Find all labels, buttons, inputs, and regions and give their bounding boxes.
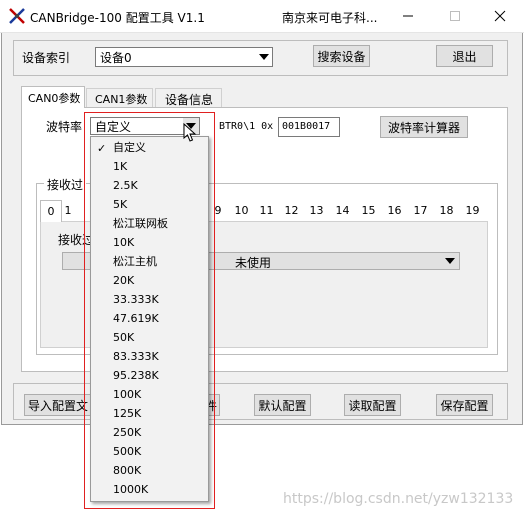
chevron-down-icon[interactable] <box>445 258 455 264</box>
dropdown-option[interactable]: 500K <box>91 442 141 461</box>
close-icon[interactable] <box>490 6 510 26</box>
dropdown-option[interactable]: 100K <box>91 385 141 404</box>
dropdown-option[interactable]: 松江联网板 <box>91 214 168 233</box>
maximize-icon[interactable] <box>445 6 465 26</box>
import-config-label: 导入配置文 <box>28 398 89 413</box>
dropdown-option[interactable]: 95.238K <box>91 366 159 385</box>
cursor-icon <box>183 122 197 143</box>
window-title: CANBridge-100 配置工具 V1.1 <box>30 11 205 25</box>
filter-tab-19[interactable]: 19 <box>460 200 485 221</box>
search-device-button[interactable]: 搜索设备 <box>313 45 370 67</box>
dropdown-option[interactable]: 1000K <box>91 480 148 499</box>
app-icon <box>8 7 26 25</box>
import-config-button[interactable]: 导入配置文 <box>24 394 94 416</box>
filter-tab-1[interactable]: 1 <box>60 200 76 221</box>
filter-tab-18[interactable]: 18 <box>434 200 459 221</box>
dropdown-option[interactable]: 125K <box>91 404 141 423</box>
filter-tab-0[interactable]: 0 <box>40 200 62 222</box>
dropdown-option[interactable]: 1K <box>91 157 127 176</box>
device-select[interactable]: 设备0 <box>95 47 273 67</box>
window-title-center: 南京来可电子科... <box>282 11 378 25</box>
chevron-down-icon[interactable] <box>256 48 272 66</box>
baud-dropdown-list[interactable]: ✓ 自定义 1K 2.5K 5K 松江联网板 10K 松江主机 20K 33.3… <box>90 136 209 502</box>
device-index-label: 设备索引 <box>22 51 71 65</box>
filter-tab-10[interactable]: 10 <box>229 200 254 221</box>
tab-can0-label: CAN0参数 <box>28 92 81 105</box>
dropdown-option[interactable]: 250K <box>91 423 141 442</box>
filter-group-label: 接收过 <box>44 176 87 193</box>
filter-tab-17[interactable]: 17 <box>408 200 433 221</box>
baud-calculator-button[interactable]: 波特率计算器 <box>380 116 468 138</box>
dropdown-option[interactable]: 800K <box>91 461 141 480</box>
default-config-button[interactable]: 默认配置 <box>254 394 311 416</box>
tab-can0[interactable]: CAN0参数 <box>21 86 85 108</box>
exit-button[interactable]: 退出 <box>436 45 493 67</box>
filter-row-label: 接收过 <box>58 233 95 247</box>
filter-tab-11[interactable]: 11 <box>254 200 279 221</box>
dropdown-option[interactable]: 10K <box>91 233 134 252</box>
dropdown-option[interactable]: 自定义 <box>91 138 146 157</box>
title-bar: CANBridge-100 配置工具 V1.1 南京来可电子科... <box>0 0 524 33</box>
filter-tab-15[interactable]: 15 <box>356 200 381 221</box>
dropdown-option[interactable]: 5K <box>91 195 127 214</box>
filter-select-value: 未使用 <box>235 256 272 270</box>
tab-device-info[interactable]: 设备信息 <box>155 88 222 108</box>
save-config-button[interactable]: 保存配置 <box>436 394 493 416</box>
filter-tab-9[interactable]: 9 <box>209 200 227 221</box>
watermark: https://blog.csdn.net/yzw132133 <box>283 491 514 507</box>
dropdown-option[interactable]: 50K <box>91 328 134 347</box>
filter-tab-14[interactable]: 14 <box>330 200 355 221</box>
minimize-icon[interactable] <box>398 6 418 26</box>
tab-can1-label: CAN1参数 <box>95 93 148 106</box>
read-config-button[interactable]: 读取配置 <box>344 394 401 416</box>
filter-tab-16[interactable]: 16 <box>382 200 407 221</box>
dropdown-option[interactable]: 20K <box>91 271 134 290</box>
device-select-value: 设备0 <box>100 50 132 65</box>
dropdown-option[interactable]: 33.333K <box>91 290 159 309</box>
tab-can1[interactable]: CAN1参数 <box>86 88 153 108</box>
btr-label: BTR0\1 0x <box>219 121 274 132</box>
dropdown-option[interactable]: 47.619K <box>91 309 159 328</box>
filter-tab-13[interactable]: 13 <box>304 200 329 221</box>
tab-device-info-label: 设备信息 <box>165 93 214 107</box>
filter-tab-12[interactable]: 12 <box>279 200 304 221</box>
dropdown-option[interactable]: 2.5K <box>91 176 138 195</box>
baud-select-value: 自定义 <box>95 119 132 134</box>
dropdown-option[interactable]: 83.333K <box>91 347 159 366</box>
btr-input[interactable]: 001B0017 <box>278 117 340 137</box>
dropdown-option[interactable]: 松江主机 <box>91 252 157 271</box>
baud-label: 波特率 <box>46 120 83 134</box>
